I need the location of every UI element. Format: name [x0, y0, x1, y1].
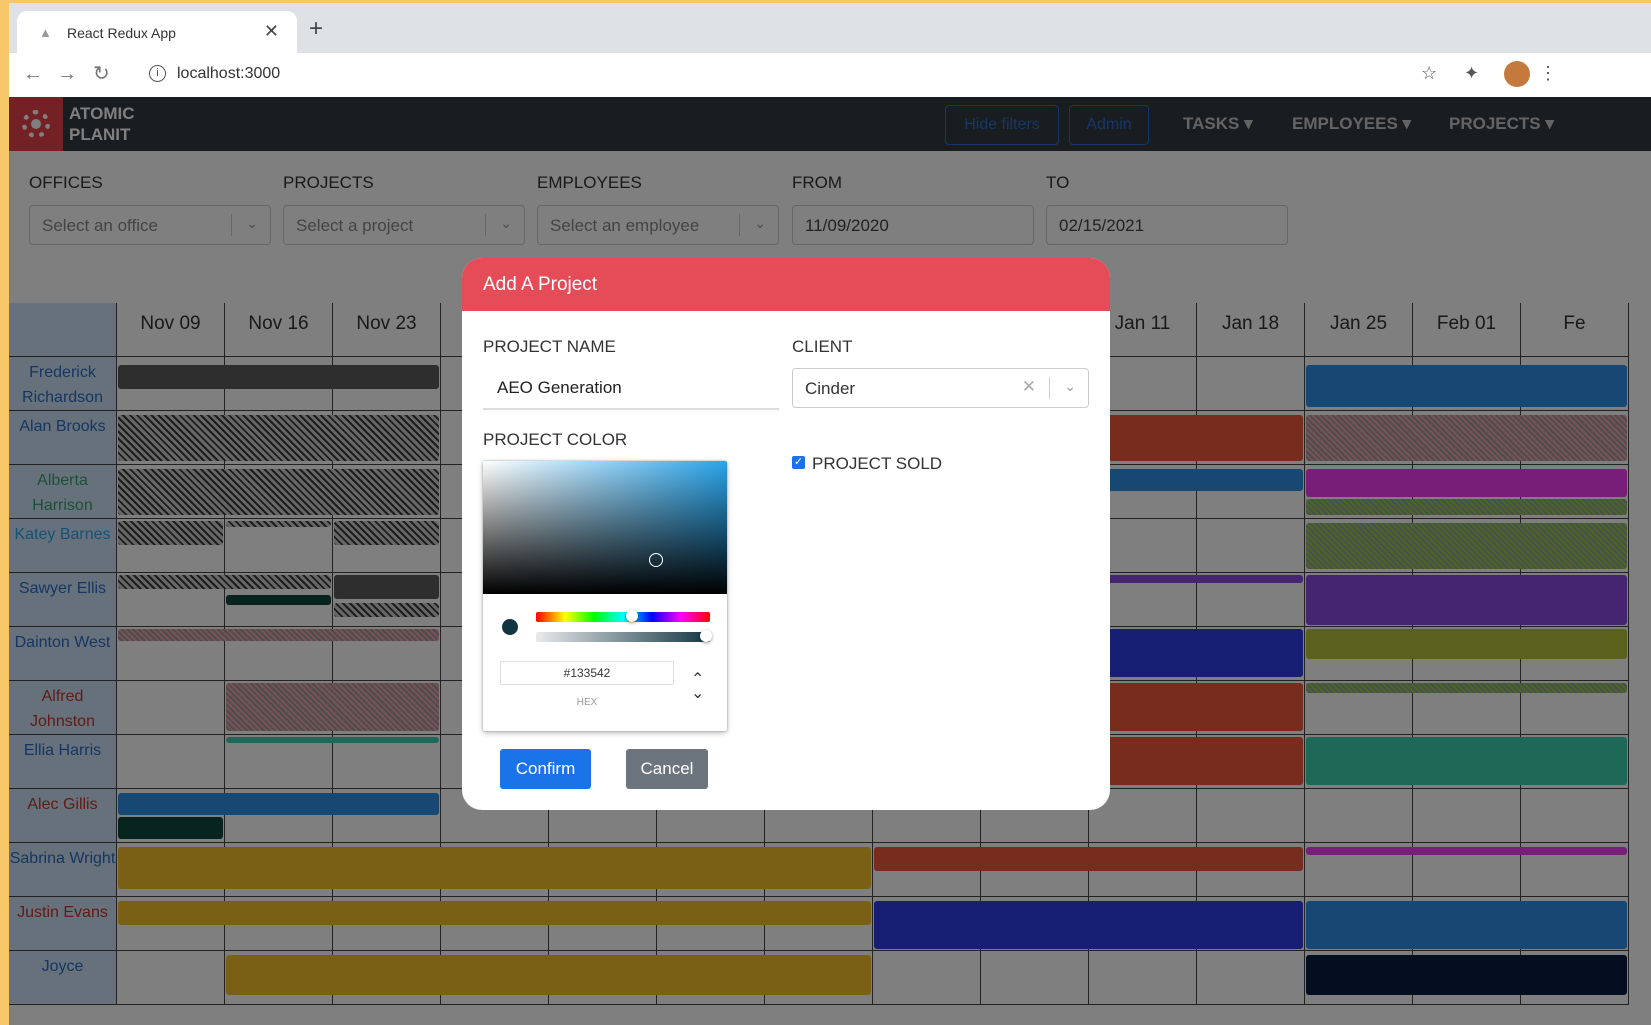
modal-header: Add A Project: [462, 258, 1110, 311]
project-sold-label: PROJECT SOLD: [812, 454, 943, 473]
confirm-button[interactable]: Confirm: [500, 749, 591, 789]
screenshot-frame: ▲ React Redux App ✕ + ← → ↻ i localhost:…: [0, 0, 1651, 1025]
hex-input[interactable]: #133542: [500, 661, 674, 685]
project-name-label: PROJECT NAME: [483, 337, 616, 356]
client-label: CLIENT: [792, 337, 853, 356]
bookmark-star-icon[interactable]: ☆: [1421, 63, 1437, 84]
more-menu-icon[interactable]: ⋮: [1539, 63, 1557, 84]
hex-label: HEX: [576, 697, 598, 708]
checkbox-checked-icon[interactable]: ✓: [792, 456, 805, 469]
address-toolbar: ← → ↻ i localhost:3000 ☆ ✦ ⋮: [9, 53, 1651, 97]
forward-icon[interactable]: →: [57, 63, 77, 85]
modal-title: Add A Project: [483, 274, 598, 295]
favicon-icon: ▲: [39, 25, 52, 40]
hue-slider[interactable]: [536, 610, 710, 622]
client-select[interactable]: Cinder ✕ ⌄: [792, 368, 1089, 408]
project-name-input[interactable]: AEO Generation: [483, 368, 779, 410]
url-bar[interactable]: i localhost:3000: [141, 59, 1341, 89]
saturation-area[interactable]: [483, 461, 727, 594]
add-project-modal: Add A Project PROJECT NAME AEO Generatio…: [462, 258, 1110, 810]
alpha-handle[interactable]: [700, 630, 712, 642]
hue-handle[interactable]: [626, 610, 638, 622]
profile-avatar[interactable]: [1504, 61, 1530, 87]
select-separator: [1049, 377, 1050, 399]
url-text: localhost:3000: [177, 65, 281, 82]
format-toggle-icon[interactable]: ⌃ ⌄: [691, 672, 704, 702]
reload-icon[interactable]: ↻: [93, 63, 110, 85]
clear-icon[interactable]: ✕: [1022, 377, 1036, 397]
client-value: Cinder: [805, 379, 856, 398]
chevron-down-icon[interactable]: ⌄: [1064, 378, 1076, 395]
tab-title: React Redux App: [67, 25, 176, 41]
project-name-value: AEO Generation: [497, 378, 622, 397]
selected-color-swatch: [502, 619, 518, 635]
color-picker: #133542 HEX ⌃ ⌄: [483, 461, 727, 731]
close-tab-icon[interactable]: ✕: [264, 21, 279, 42]
extensions-icon[interactable]: ✦: [1464, 63, 1479, 84]
back-icon[interactable]: ←: [23, 63, 43, 85]
cancel-button[interactable]: Cancel: [626, 749, 708, 789]
saturation-handle[interactable]: [649, 553, 663, 567]
browser-tab[interactable]: ▲ React Redux App ✕: [17, 11, 297, 53]
alpha-slider[interactable]: [536, 630, 712, 642]
project-color-label: PROJECT COLOR: [483, 430, 628, 449]
info-icon[interactable]: i: [149, 65, 166, 82]
new-tab-button[interactable]: +: [309, 17, 323, 41]
browser-tab-bar: ▲ React Redux App ✕ +: [9, 3, 1651, 53]
